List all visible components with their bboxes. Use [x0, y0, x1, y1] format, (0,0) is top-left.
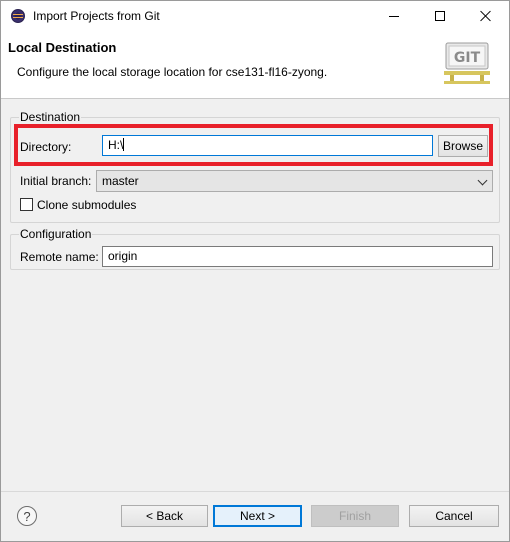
- close-icon: [480, 10, 492, 22]
- remote-name-value: origin: [108, 249, 138, 263]
- clone-submodules-label[interactable]: Clone submodules: [37, 198, 136, 212]
- import-projects-dialog: Import Projects from Git Local Destinati…: [0, 0, 510, 542]
- eclipse-icon: [11, 9, 25, 23]
- directory-input[interactable]: H:\: [102, 135, 433, 156]
- directory-value: H:\: [108, 138, 124, 152]
- directory-label: Directory:: [20, 140, 72, 154]
- cancel-button[interactable]: Cancel: [409, 505, 499, 527]
- browse-button[interactable]: Browse: [438, 135, 488, 157]
- next-button[interactable]: Next >: [213, 505, 302, 527]
- wizard-banner: Local Destination Configure the local st…: [1, 31, 509, 99]
- initial-branch-value: master: [102, 174, 139, 188]
- window-title: Import Projects from Git: [33, 9, 160, 23]
- page-title: Local Destination: [8, 40, 117, 55]
- maximize-icon: [435, 11, 445, 21]
- help-icon[interactable]: ?: [17, 506, 37, 526]
- destination-legend: Destination: [19, 110, 82, 124]
- initial-branch-select[interactable]: master: [96, 170, 493, 192]
- minimize-button[interactable]: [371, 1, 417, 31]
- title-bar[interactable]: Import Projects from Git: [1, 1, 509, 31]
- git-logo-text: GIT: [454, 50, 481, 66]
- page-description: Configure the local storage location for…: [17, 65, 328, 79]
- clone-submodules-checkbox[interactable]: [20, 198, 33, 211]
- close-button[interactable]: [463, 1, 509, 31]
- maximize-button[interactable]: [417, 1, 463, 31]
- finish-button[interactable]: Finish: [311, 505, 399, 527]
- configuration-legend: Configuration: [19, 227, 93, 241]
- minimize-icon: [389, 15, 399, 17]
- initial-branch-label: Initial branch:: [20, 174, 92, 188]
- footer-separator: [1, 491, 509, 492]
- chevron-down-icon: [477, 175, 488, 186]
- remote-name-input[interactable]: origin: [102, 246, 493, 267]
- back-button[interactable]: < Back: [121, 505, 208, 527]
- git-logo-icon: GIT: [444, 42, 490, 84]
- text-cursor: [123, 138, 125, 151]
- remote-name-label: Remote name:: [20, 250, 99, 264]
